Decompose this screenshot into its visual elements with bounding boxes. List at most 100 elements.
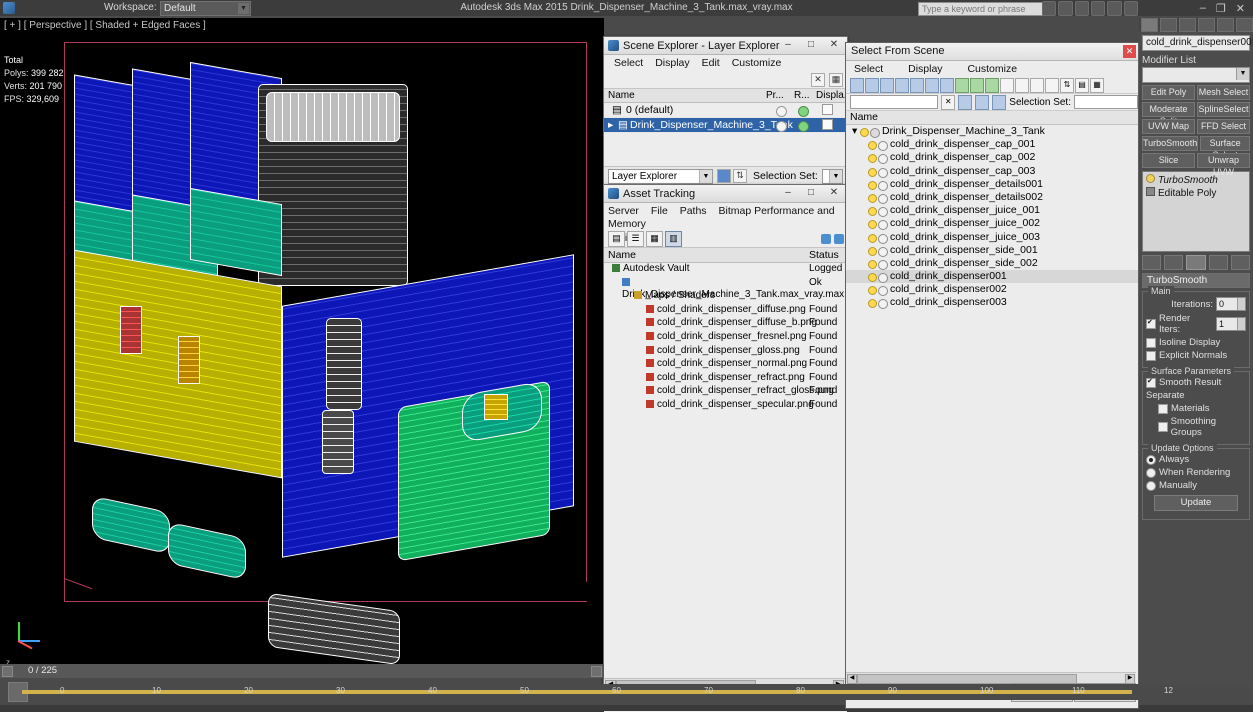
render-iters-spinner[interactable]: 1 <box>1216 317 1246 331</box>
filter-cameras-icon[interactable] <box>910 78 924 93</box>
explorer-mode-combo[interactable]: Layer Explorer ▼ <box>608 168 713 184</box>
display-icon[interactable] <box>822 119 833 130</box>
explorer-filter-icon[interactable] <box>717 169 731 183</box>
filter-bones-icon[interactable] <box>985 78 999 93</box>
modifier-button[interactable]: Surface Select <box>1200 136 1250 160</box>
modifier-button-grid[interactable]: Edit PolyMesh SelectModerate SplitSpline… <box>1139 85 1253 177</box>
menu-display[interactable]: Display <box>649 57 695 71</box>
show-end-result-icon[interactable] <box>1164 255 1184 270</box>
asset-row[interactable]: cold_drink_dispenser_diffuse_b.png Found <box>604 317 847 331</box>
select-from-scene-filter-toolbar[interactable]: ⇅ ▤ ▦ <box>846 78 1138 94</box>
display-children-icon[interactable] <box>1030 78 1044 93</box>
materials-row[interactable]: Materials <box>1146 403 1246 414</box>
scene-object-row[interactable]: cold_drink_dispenser_details002 <box>846 191 1138 204</box>
modifier-button[interactable]: Mesh Select <box>1197 85 1250 100</box>
smooth-result-row[interactable]: Smooth Result <box>1146 377 1246 388</box>
stack-item-editable-poly[interactable]: Editable Poly <box>1146 187 1246 200</box>
perspective-viewport[interactable]: [ + ] [ Perspective ] [ Shaded + Edged F… <box>0 18 604 664</box>
tree-view-icon[interactable]: ▥ <box>665 231 682 247</box>
asset-row[interactable]: cold_drink_dispenser_normal.png Found <box>604 358 847 372</box>
remove-modifier-icon[interactable] <box>1208 255 1228 270</box>
isoline-checkbox[interactable] <box>1146 337 1156 348</box>
select-from-scene-list[interactable]: ▾ Drink_Dispenser_Machine_3_Tank cold_drin… <box>846 125 1138 665</box>
filter-shapes-icon[interactable] <box>880 78 894 93</box>
sort-icon[interactable]: ⇅ <box>1060 78 1074 93</box>
isoline-row[interactable]: Isoline Display <box>1146 337 1246 348</box>
toolbar-icon-3[interactable] <box>1074 1 1089 16</box>
help-icon[interactable] <box>1123 1 1138 16</box>
select-from-scene-titlebar[interactable]: Select From Scene ✕ <box>846 43 1138 61</box>
asset-tracking-titlebar[interactable]: Asset Tracking – □ ✕ <box>604 185 847 203</box>
search-input[interactable] <box>850 95 939 109</box>
render-iters-row[interactable]: Render Iters: 1 <box>1146 313 1246 335</box>
options-icon[interactable]: ▦ <box>1090 78 1104 93</box>
command-panel[interactable]: cold_drink_dispenser001 Modifier List ▼ … <box>1139 18 1253 685</box>
filter-geometry-icon[interactable] <box>865 78 879 93</box>
scene-explorer-rows[interactable]: ▤ 0 (default) ▸ ▤ Drink_Dispenser_Machin… <box>604 103 847 133</box>
command-panel-tabs[interactable] <box>1139 18 1253 32</box>
search-filter-icon[interactable] <box>975 94 990 110</box>
object-name-field[interactable]: cold_drink_dispenser001 <box>1142 35 1253 51</box>
make-unique-icon[interactable] <box>1186 255 1206 270</box>
modifier-button[interactable]: TurboSmooth <box>1142 136 1199 151</box>
chevron-down-icon[interactable]: ▼ <box>1236 68 1249 80</box>
menu-file[interactable]: File <box>651 205 668 217</box>
asset-tracking-minimize-icon[interactable]: – <box>777 186 799 200</box>
select-from-scene-close-icon[interactable]: ✕ <box>1123 45 1136 58</box>
scene-object-row[interactable]: cold_drink_dispenser002 <box>846 283 1138 297</box>
stack-tools[interactable] <box>1142 255 1251 270</box>
tab-display[interactable] <box>1217 18 1234 32</box>
scene-object-row[interactable]: cold_drink_dispenser_details001 <box>846 178 1138 191</box>
selection-set-combo[interactable]: ▼ <box>821 168 843 184</box>
chevron-down-icon[interactable]: ▼ <box>699 169 712 183</box>
detail-view-icon[interactable]: ▦ <box>646 231 663 247</box>
menu-paths[interactable]: Paths <box>680 205 707 217</box>
scene-explorer-footer[interactable]: Layer Explorer ▼ ⇅ Selection Set: ▼ <box>604 166 847 185</box>
filter-all-icon[interactable] <box>850 78 864 93</box>
when-rendering-radio[interactable] <box>1146 467 1156 478</box>
filter-hidden-icon[interactable] <box>1015 78 1029 93</box>
asset-row[interactable]: Autodesk Vault Logged <box>604 263 847 277</box>
tab-hierarchy[interactable] <box>1179 18 1196 32</box>
column-r[interactable]: R... <box>794 90 810 101</box>
scene-object-row[interactable]: cold_drink_dispenser003 <box>846 296 1138 310</box>
selection-set-icon[interactable] <box>992 94 1007 110</box>
manually-row[interactable]: Manually <box>1146 480 1246 491</box>
column-name[interactable]: Name <box>608 90 635 101</box>
toolbar-icon-1[interactable] <box>1042 1 1057 16</box>
scene-object-row[interactable]: cold_drink_dispenser_side_002 <box>846 257 1138 270</box>
render-icon[interactable] <box>798 121 809 132</box>
filter-helpers-icon[interactable] <box>925 78 939 93</box>
scene-explorer-maximize-icon[interactable]: □ <box>800 38 822 52</box>
columns-icon[interactable]: ▤ <box>1075 78 1089 93</box>
filter-xrefs-icon[interactable] <box>970 78 984 93</box>
scene-object-row[interactable]: cold_drink_dispenser_juice_003 <box>846 231 1138 244</box>
tab-utilities[interactable] <box>1236 18 1253 32</box>
scene-object-row[interactable]: cold_drink_dispenser_juice_001 <box>846 204 1138 218</box>
tab-create[interactable] <box>1141 18 1158 32</box>
smoothing-groups-checkbox[interactable] <box>1158 422 1168 432</box>
smooth-result-checkbox[interactable] <box>1146 377 1156 388</box>
tab-modify[interactable] <box>1160 18 1177 32</box>
modifier-button[interactable]: SplineSelect <box>1197 102 1250 117</box>
vault-login-icon[interactable]: ▤ <box>608 231 625 247</box>
asset-row[interactable]: Maps / Shaders <box>604 290 847 304</box>
scene-object-row[interactable]: cold_drink_dispenser_cap_002 <box>846 151 1138 165</box>
scene-object-row[interactable]: cold_drink_dispenser_juice_002 <box>846 217 1138 231</box>
scroll-right-icon[interactable] <box>591 666 602 677</box>
render-iters-checkbox[interactable] <box>1146 319 1156 329</box>
refresh-icon[interactable] <box>821 234 831 244</box>
toolbar-icon-4[interactable] <box>1090 1 1106 16</box>
scene-explorer-window-controls[interactable]: – □ ✕ <box>777 38 845 52</box>
toolbar-icon-2[interactable] <box>1058 1 1073 16</box>
scene-object-row[interactable]: ▾ Drink_Dispenser_Machine_3_Tank <box>846 125 1138 138</box>
configure-sets-icon[interactable] <box>1230 255 1251 270</box>
menu-select[interactable]: Select <box>854 63 883 75</box>
select-from-scene-menubar[interactable]: Select Display Customize <box>846 61 1138 78</box>
quick-access-toolbar[interactable] <box>1042 1 1138 16</box>
asset-row[interactable]: cold_drink_dispenser_diffuse.png Found <box>604 304 847 318</box>
manually-radio[interactable] <box>1146 480 1156 491</box>
settings-icon[interactable] <box>834 234 844 244</box>
display-icon[interactable] <box>822 104 833 115</box>
scene-explorer-titlebar[interactable]: Scene Explorer - Layer Explorer – □ ✕ <box>604 37 847 55</box>
